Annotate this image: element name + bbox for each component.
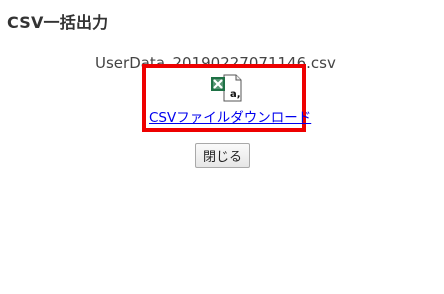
page-title: CSV一括出力 [7,13,109,32]
close-button[interactable]: 閉じる [195,143,250,168]
csv-export-page: CSV一括出力 UserData_20190227071146.csv a, C… [0,0,444,294]
excel-csv-file-icon[interactable]: a, [210,74,242,102]
svg-text:a,: a, [230,89,241,100]
download-highlight-box: a, CSVファイルダウンロード [142,64,311,132]
csv-download-link[interactable]: CSVファイルダウンロード [149,106,311,126]
